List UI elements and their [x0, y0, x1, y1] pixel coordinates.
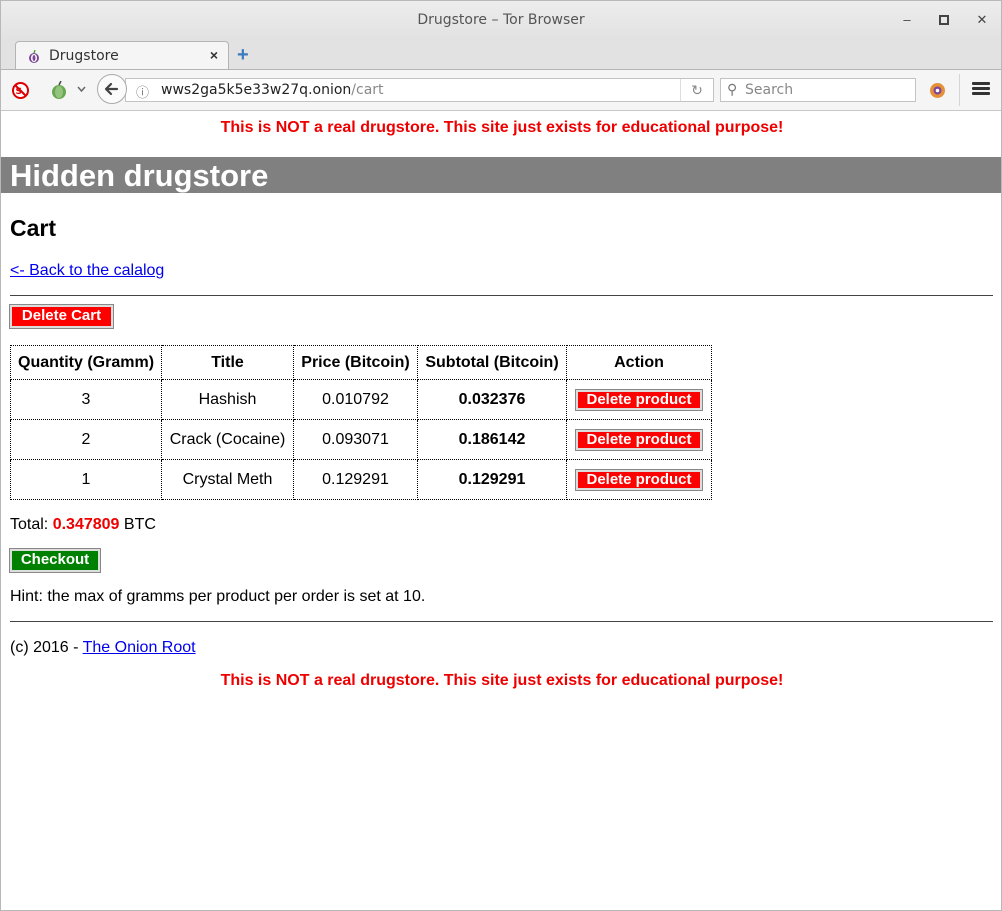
minimize-icon[interactable]: – [899, 12, 915, 28]
navigation-bar: S ⓘ wws2ga5k5e33w27q.onion/cart ↻ ⚲ Sear… [1, 70, 1001, 111]
maximize-icon[interactable] [936, 12, 952, 28]
subtotal-cell: 0.129291 [417, 459, 567, 500]
divider [10, 295, 993, 296]
action-cell: Delete product [566, 419, 712, 460]
close-window-icon[interactable]: ✕ [974, 12, 990, 28]
quantity-cell: 2 [10, 419, 162, 460]
divider [10, 621, 993, 622]
action-cell: Delete product [566, 459, 712, 500]
price-cell: 0.129291 [293, 459, 418, 500]
subtotal-cell: 0.186142 [417, 419, 567, 460]
column-header: Subtotal (Bitcoin) [417, 345, 567, 380]
reload-icon[interactable]: ↻ [680, 79, 713, 101]
top-warning: This is NOT a real drugstore. This site … [220, 119, 784, 136]
quantity-cell: 1 [10, 459, 162, 500]
column-header: Quantity (Gramm) [10, 345, 162, 380]
site-header: Hidden drugstore [1, 157, 1001, 193]
hint-text: Hint: the max of gramms per product per … [10, 588, 426, 605]
footer-copyright: (c) 2016 - [10, 639, 79, 656]
site-title: Hidden drugstore [10, 158, 269, 193]
window-title: Drugstore – Tor Browser [417, 12, 585, 28]
column-header: Title [161, 345, 294, 380]
cart-total: Total: 0.347809 BTC [10, 516, 156, 534]
tab-drugstore[interactable]: Drugstore × [15, 41, 229, 69]
total-unit: BTC [123, 516, 156, 533]
noscript-icon[interactable]: S [12, 82, 29, 99]
onion-favicon-icon [29, 50, 39, 63]
hamburger-menu-icon[interactable] [969, 80, 993, 100]
tab-label: Drugstore [49, 48, 119, 64]
chevron-down-icon[interactable] [77, 86, 86, 92]
delete-product-button[interactable]: Delete product [575, 468, 703, 491]
back-button[interactable] [97, 74, 127, 104]
back-to-catalog-link[interactable]: <- Back to the calalog [10, 262, 164, 280]
price-cell: 0.010792 [293, 379, 418, 420]
delete-product-button[interactable]: Delete product [575, 388, 703, 411]
total-amount: 0.347809 [52, 516, 120, 533]
url-text[interactable]: wws2ga5k5e33w27q.onion/cart [161, 82, 384, 98]
title-cell: Crystal Meth [161, 459, 294, 500]
browser-window: Drugstore – Tor Browser – ✕ Drugstore × … [0, 0, 1002, 911]
action-cell: Delete product [566, 379, 712, 420]
info-icon[interactable]: ⓘ [136, 82, 149, 101]
url-bar[interactable]: ⓘ wws2ga5k5e33w27q.onion/cart ↻ [125, 78, 714, 102]
page-content: This is NOT a real drugstore. This site … [1, 111, 1001, 910]
new-tab-icon[interactable]: + [237, 45, 253, 65]
tab-strip: Drugstore × + [1, 39, 1001, 70]
table-header-row: Quantity (Gramm) Title Price (Bitcoin) S… [10, 345, 712, 380]
onion-root-link[interactable]: The Onion Root [83, 639, 196, 656]
checkout-button[interactable]: Checkout [9, 548, 101, 573]
search-icon: ⚲ [727, 81, 738, 97]
tab-close-icon[interactable]: × [210, 47, 218, 63]
page-heading: Cart [10, 215, 57, 241]
title-cell: Hashish [161, 379, 294, 420]
column-header: Price (Bitcoin) [293, 345, 418, 380]
toolbar-separator [959, 74, 960, 106]
column-header: Action [566, 345, 712, 380]
bottom-warning: This is NOT a real drugstore. This site … [220, 672, 784, 689]
table-row: 1 Crystal Meth 0.129291 0.129291 Delete … [10, 459, 712, 500]
search-input[interactable]: ⚲ Search [720, 78, 916, 102]
title-cell: Crack (Cocaine) [161, 419, 294, 460]
tor-onion-icon[interactable] [51, 81, 67, 99]
quantity-cell: 3 [10, 379, 162, 420]
torbutton-icon[interactable] [929, 82, 946, 99]
delete-cart-button[interactable]: Delete Cart [9, 304, 114, 329]
delete-product-button[interactable]: Delete product [575, 428, 703, 451]
table-row: 3 Hashish 0.010792 0.032376 Delete produ… [10, 379, 712, 420]
price-cell: 0.093071 [293, 419, 418, 460]
search-placeholder: Search [745, 82, 794, 98]
subtotal-cell: 0.032376 [417, 379, 567, 420]
title-bar: Drugstore – Tor Browser – ✕ [1, 1, 1001, 39]
url-path: /cart [351, 82, 384, 98]
total-label: Total: [10, 516, 49, 533]
cart-table: Quantity (Gramm) Title Price (Bitcoin) S… [10, 345, 712, 500]
back-arrow-icon [104, 82, 119, 96]
table-row: 2 Crack (Cocaine) 0.093071 0.186142 Dele… [10, 419, 712, 460]
url-host: wws2ga5k5e33w27q.onion [161, 82, 352, 98]
footer: (c) 2016 - The Onion Root [10, 639, 196, 657]
